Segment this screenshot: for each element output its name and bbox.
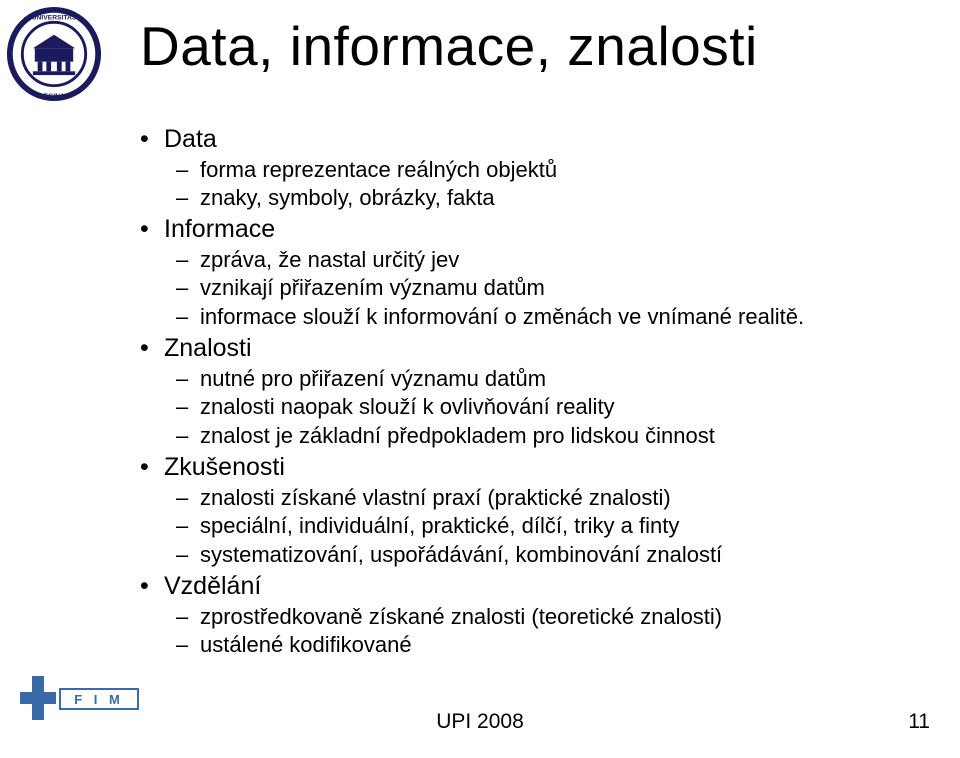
bullet-informace-sub2: vznikají přiřazením významu datům (140, 275, 900, 302)
bullet-zkusenosti-sub2: speciální, individuální, praktické, dílč… (140, 513, 900, 540)
bullet-zkusenosti-sub1: znalosti získané vlastní praxí (praktick… (140, 485, 900, 512)
bullet-data: Data (140, 124, 900, 155)
fim-text: F I M (74, 692, 124, 707)
slide: { "title": "Data, informace, znalosti", … (0, 0, 960, 758)
bullet-data-sub1: forma reprezentace reálných objektů (140, 157, 900, 184)
bullet-znalosti-sub3: znalost je základní předpokladem pro lid… (140, 423, 900, 450)
bullet-znalosti-sub2: znalosti naopak slouží k ovlivňování rea… (140, 394, 900, 421)
bullet-informace-sub1: zpráva, že nastal určitý jev (140, 247, 900, 274)
footer-course: UPI 2008 (436, 710, 524, 734)
bullet-zkusenosti: Zkušenosti (140, 452, 900, 483)
university-seal-logo: UNIVERSITAS REGINAE (6, 6, 102, 102)
bullet-vzdelani-sub1: zprostředkovaně získané znalosti (teoret… (140, 604, 900, 631)
slide-footer: UPI 2008 11 (0, 710, 960, 740)
bullet-znalosti: Znalosti (140, 333, 900, 364)
svg-text:UNIVERSITAS: UNIVERSITAS (32, 14, 77, 21)
bullet-zkusenosti-sub3: systematizování, uspořádávání, kombinová… (140, 542, 900, 569)
slide-content: Data forma reprezentace reálných objektů… (140, 124, 900, 659)
bullet-vzdelani: Vzdělání (140, 571, 900, 602)
page-number: 11 (908, 710, 930, 734)
bullet-data-sub2: znaky, symboly, obrázky, fakta (140, 185, 900, 212)
bullet-vzdelani-sub2: ustálené kodifikované (140, 632, 900, 659)
seal-icon: UNIVERSITAS REGINAE (6, 6, 102, 102)
bullet-informace-sub3: informace slouží k informování o změnách… (140, 304, 900, 331)
slide-title: Data, informace, znalosti (140, 14, 758, 78)
svg-text:REGINAE: REGINAE (39, 93, 70, 100)
bullet-informace: Informace (140, 214, 900, 245)
bullet-znalosti-sub1: nutné pro přiřazení významu datům (140, 366, 900, 393)
